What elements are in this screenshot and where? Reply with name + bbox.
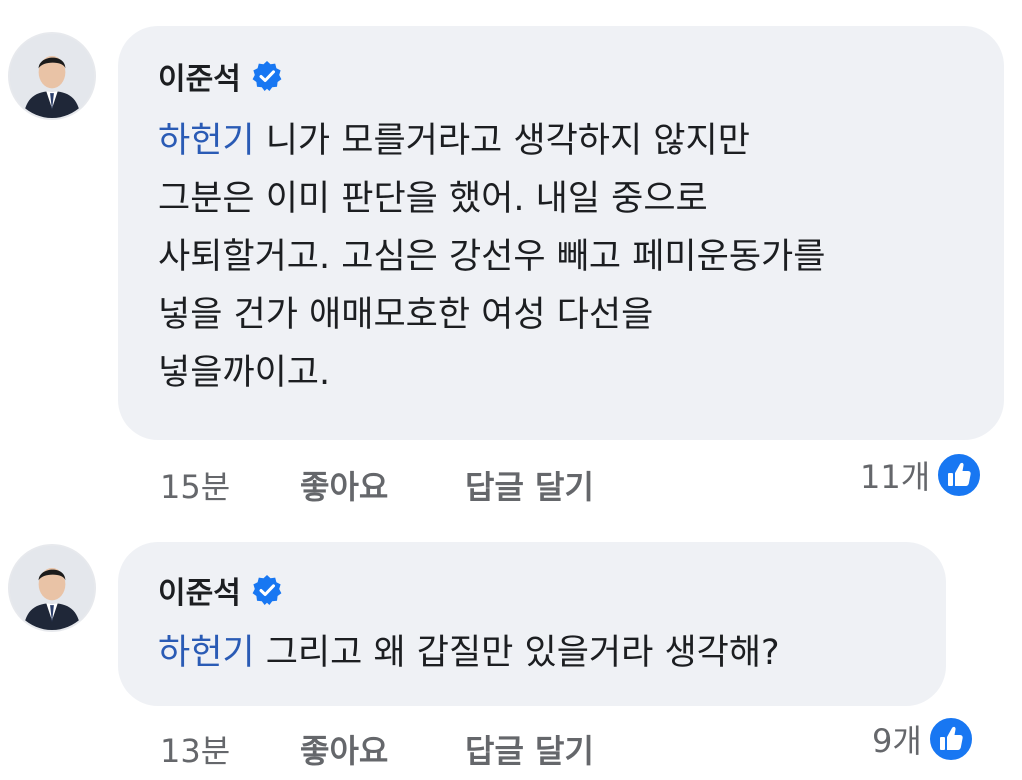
comment-item: 이준석 하헌기 그리고 왜 갑질만 있을거라 생각해? 13분 좋아요 답글 달… bbox=[0, 530, 1022, 780]
avatar[interactable] bbox=[8, 32, 96, 120]
verified-icon bbox=[251, 60, 283, 92]
comment-bubble: 이준석 하헌기 그리고 왜 갑질만 있을거라 생각해? bbox=[118, 542, 946, 706]
comment-actions: 13분 좋아요 답글 달기 9개 bbox=[0, 716, 1022, 776]
author-row: 이준석 bbox=[158, 568, 283, 612]
avatar[interactable] bbox=[8, 544, 96, 632]
author-row: 이준석 bbox=[158, 54, 283, 98]
timestamp[interactable]: 15분 bbox=[160, 462, 230, 508]
comment-actions: 15분 좋아요 답글 달기 11개 bbox=[0, 452, 1022, 512]
reaction-count: 9개 bbox=[872, 722, 922, 760]
like-button[interactable]: 좋아요 bbox=[300, 462, 388, 508]
comment-bubble: 이준석 하헌기 니가 모를거라고 생각하지 않지만 그분은 이미 판단을 했어.… bbox=[118, 26, 1004, 440]
reaction-summary[interactable]: 9개 bbox=[872, 716, 974, 762]
author-name[interactable]: 이준석 bbox=[158, 54, 241, 98]
author-name[interactable]: 이준석 bbox=[158, 568, 241, 612]
thumbs-up-icon bbox=[927, 716, 974, 762]
comment-text: 하헌기 그리고 왜 갑질만 있을거라 생각해? bbox=[158, 624, 938, 682]
like-button[interactable]: 좋아요 bbox=[300, 726, 388, 772]
avatar-photo bbox=[10, 546, 94, 630]
reply-button[interactable]: 답글 달기 bbox=[465, 462, 594, 508]
comment-body: 니가 모를거라고 생각하지 않지만 그분은 이미 판단을 했어. 내일 중으로 … bbox=[158, 121, 826, 393]
comment-body: 그리고 왜 갑질만 있을거라 생각해? bbox=[254, 633, 780, 673]
reply-button[interactable]: 답글 달기 bbox=[465, 726, 594, 772]
reaction-count: 11개 bbox=[860, 458, 931, 496]
mention-link[interactable]: 하헌기 bbox=[158, 633, 255, 673]
mention-link[interactable]: 하헌기 bbox=[158, 121, 255, 161]
comment-text: 하헌기 니가 모를거라고 생각하지 않지만 그분은 이미 판단을 했어. 내일 … bbox=[158, 112, 988, 402]
reaction-summary[interactable]: 11개 bbox=[860, 452, 983, 498]
comment-item: 이준석 하헌기 니가 모를거라고 생각하지 않지만 그분은 이미 판단을 했어.… bbox=[0, 0, 1022, 520]
thumbs-up-icon bbox=[936, 452, 983, 498]
timestamp[interactable]: 13분 bbox=[160, 726, 230, 772]
verified-icon bbox=[251, 574, 283, 606]
avatar-photo bbox=[10, 34, 94, 118]
